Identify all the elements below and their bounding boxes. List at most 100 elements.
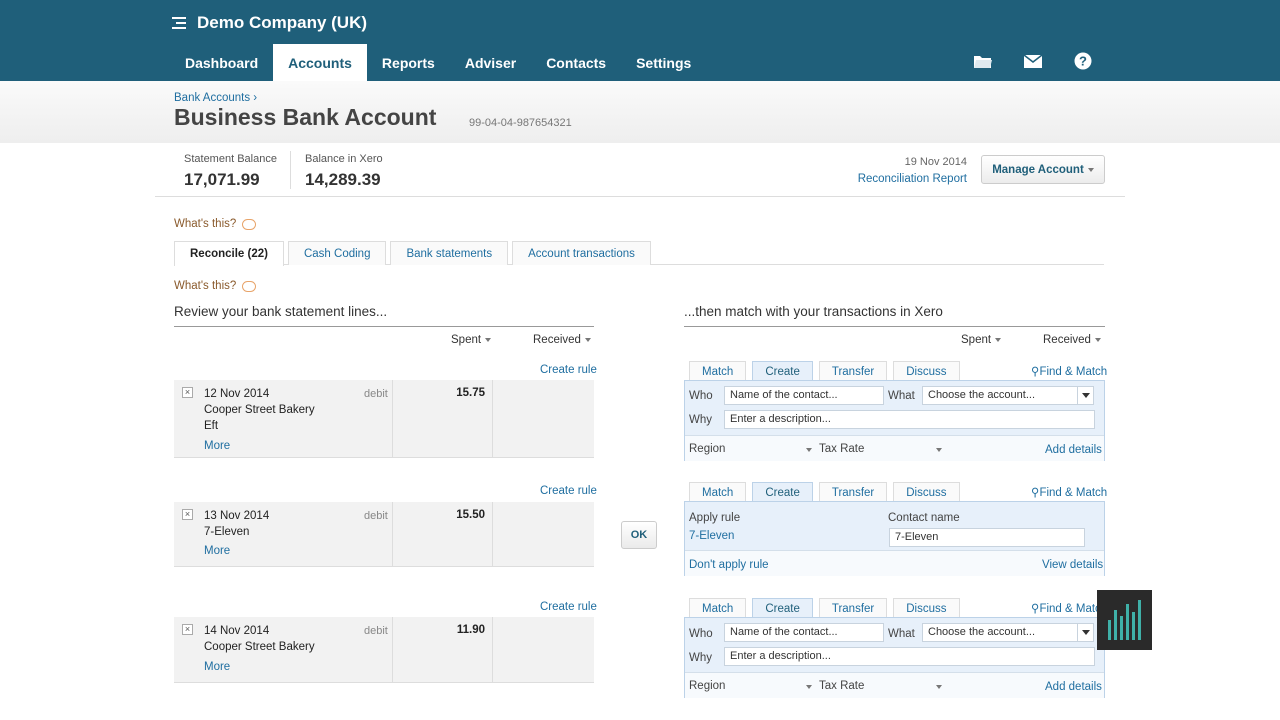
tab-discuss[interactable]: Discuss bbox=[893, 361, 960, 381]
breadcrumb[interactable]: Bank Accounts › bbox=[174, 92, 257, 104]
mail-icon[interactable] bbox=[1022, 52, 1044, 70]
tab-match[interactable]: Match bbox=[689, 482, 747, 502]
tax-rate-select[interactable]: Tax Rate bbox=[819, 443, 864, 455]
tab-create[interactable]: Create bbox=[752, 598, 813, 618]
remove-line-icon[interactable]: × bbox=[182, 387, 193, 398]
nav-adviser[interactable]: Adviser bbox=[450, 44, 531, 81]
line-amount: 11.90 bbox=[456, 624, 485, 636]
match-tabs: Match Create Transfer Discuss bbox=[689, 598, 966, 618]
org-name: Demo Company (UK) bbox=[197, 13, 368, 32]
create-rule-link[interactable]: Create rule bbox=[540, 485, 597, 497]
received-sort[interactable]: Received bbox=[533, 334, 591, 346]
rule-name-link[interactable]: 7-Eleven bbox=[689, 530, 734, 542]
contact-input[interactable]: Name of the contact... bbox=[724, 623, 884, 642]
reconciliation-report-link[interactable]: Reconciliation Report bbox=[858, 173, 967, 185]
create-panel: Who Name of the contact... What Choose t… bbox=[684, 617, 1105, 698]
statement-lines-heading: Review your bank statement lines... bbox=[174, 304, 594, 327]
line-date: 12 Nov 2014 bbox=[204, 388, 270, 400]
speech-bubble-icon bbox=[242, 218, 257, 230]
tab-create[interactable]: Create bbox=[752, 482, 813, 502]
chevron-down-icon bbox=[936, 448, 942, 452]
account-select[interactable]: Choose the account... bbox=[922, 623, 1094, 642]
menu-list-icon bbox=[172, 17, 188, 29]
contact-name-input[interactable]: 7-Eleven bbox=[889, 528, 1085, 547]
line-amount: 15.50 bbox=[456, 509, 485, 521]
whats-this-link[interactable]: What's this? bbox=[174, 280, 257, 292]
svg-text:?: ? bbox=[1079, 54, 1087, 69]
tab-account-transactions[interactable]: Account transactions bbox=[512, 241, 651, 265]
tab-reconcile[interactable]: Reconcile (22) bbox=[174, 241, 284, 266]
received-sort[interactable]: Received bbox=[1043, 334, 1101, 346]
nav-settings[interactable]: Settings bbox=[621, 44, 706, 81]
tab-discuss[interactable]: Discuss bbox=[893, 482, 960, 502]
tab-transfer[interactable]: Transfer bbox=[818, 482, 888, 502]
org-switcher[interactable]: Demo Company (UK) bbox=[172, 12, 367, 34]
tab-transfer[interactable]: Transfer bbox=[818, 598, 888, 618]
chevron-down-icon bbox=[806, 448, 812, 452]
contact-input[interactable]: Name of the contact... bbox=[724, 386, 884, 405]
ok-button[interactable]: OK bbox=[621, 521, 657, 549]
add-details-link[interactable]: Add details bbox=[1045, 444, 1102, 456]
rule-panel: Apply rule 7-Eleven Contact name 7-Eleve… bbox=[684, 501, 1105, 576]
statement-balance-label: Statement Balance bbox=[184, 153, 277, 165]
find-match-link[interactable]: ⚲Find & Match bbox=[1031, 485, 1107, 499]
nav-contacts[interactable]: Contacts bbox=[531, 44, 621, 81]
line-date: 13 Nov 2014 bbox=[204, 510, 270, 522]
description-input[interactable]: Enter a description... bbox=[724, 647, 1095, 666]
more-link[interactable]: More bbox=[204, 661, 230, 673]
chevron-down-icon bbox=[1087, 167, 1094, 172]
chevron-down-icon bbox=[485, 337, 492, 342]
nav-dashboard[interactable]: Dashboard bbox=[170, 44, 273, 81]
region-select[interactable]: Region bbox=[689, 680, 725, 692]
more-link[interactable]: More bbox=[204, 545, 230, 557]
tab-discuss[interactable]: Discuss bbox=[893, 598, 960, 618]
find-match-link[interactable]: ⚲Find & Match bbox=[1031, 364, 1107, 378]
line-type: debit bbox=[364, 388, 388, 400]
match-tabs: Match Create Transfer Discuss bbox=[689, 482, 966, 502]
create-rule-link[interactable]: Create rule bbox=[540, 601, 597, 613]
nav-accounts[interactable]: Accounts bbox=[273, 44, 367, 81]
spent-sort[interactable]: Spent bbox=[451, 334, 492, 346]
statement-balance-value: 17,071.99 bbox=[184, 170, 260, 189]
line-payee: 7-Eleven bbox=[204, 526, 250, 538]
account-select[interactable]: Choose the account... bbox=[922, 386, 1094, 405]
contact-name-label: Contact name bbox=[888, 512, 960, 524]
chevron-down-icon bbox=[1077, 624, 1093, 641]
dont-apply-rule-link[interactable]: Don't apply rule bbox=[689, 559, 769, 571]
description-input[interactable]: Enter a description... bbox=[724, 410, 1095, 429]
video-overlay-logo bbox=[1097, 590, 1152, 650]
main-nav: Dashboard Accounts Reports Adviser Conta… bbox=[170, 44, 706, 81]
manage-account-button[interactable]: Manage Account bbox=[981, 155, 1105, 184]
tab-bank-statements[interactable]: Bank statements bbox=[390, 241, 509, 265]
region-select[interactable]: Region bbox=[689, 443, 725, 455]
add-details-link[interactable]: Add details bbox=[1045, 681, 1102, 693]
create-rule-link[interactable]: Create rule bbox=[540, 364, 597, 376]
remove-line-icon[interactable]: × bbox=[182, 624, 193, 635]
tab-match[interactable]: Match bbox=[689, 598, 747, 618]
panel-footer: Don't apply rule View details bbox=[685, 550, 1104, 576]
create-panel: Who Name of the contact... What Choose t… bbox=[684, 380, 1105, 461]
tab-create[interactable]: Create bbox=[752, 361, 813, 381]
statement-line: × 12 Nov 2014 Cooper Street Bakery Eft M… bbox=[174, 380, 594, 458]
tax-rate-select[interactable]: Tax Rate bbox=[819, 680, 864, 692]
tab-match[interactable]: Match bbox=[689, 361, 747, 381]
spent-sort[interactable]: Spent bbox=[961, 334, 1002, 346]
whats-this-link[interactable]: What's this? bbox=[174, 218, 257, 230]
xero-balance-label: Balance in Xero bbox=[305, 153, 383, 165]
view-details-link[interactable]: View details bbox=[1042, 559, 1103, 571]
remove-line-icon[interactable]: × bbox=[182, 509, 193, 520]
folder-icon[interactable] bbox=[972, 52, 994, 70]
statement-line: × 13 Nov 2014 7-Eleven More debit 15.50 bbox=[174, 502, 594, 567]
who-label: Who bbox=[689, 628, 713, 640]
who-label: Who bbox=[689, 390, 713, 402]
find-match-link[interactable]: ⚲Find & Match bbox=[1031, 601, 1107, 615]
more-link[interactable]: More bbox=[204, 440, 230, 452]
nav-reports[interactable]: Reports bbox=[367, 44, 450, 81]
tab-cash-coding[interactable]: Cash Coding bbox=[287, 241, 387, 265]
tab-transfer[interactable]: Transfer bbox=[818, 361, 888, 381]
help-icon[interactable]: ? bbox=[1072, 52, 1094, 70]
panel-footer: Region Tax Rate Add details bbox=[685, 435, 1104, 461]
panel-footer: Region Tax Rate Add details bbox=[685, 672, 1104, 698]
reconcile-tabs: Reconcile (22) Cash Coding Bank statemen… bbox=[174, 241, 1104, 266]
chevron-down-icon bbox=[806, 685, 812, 689]
